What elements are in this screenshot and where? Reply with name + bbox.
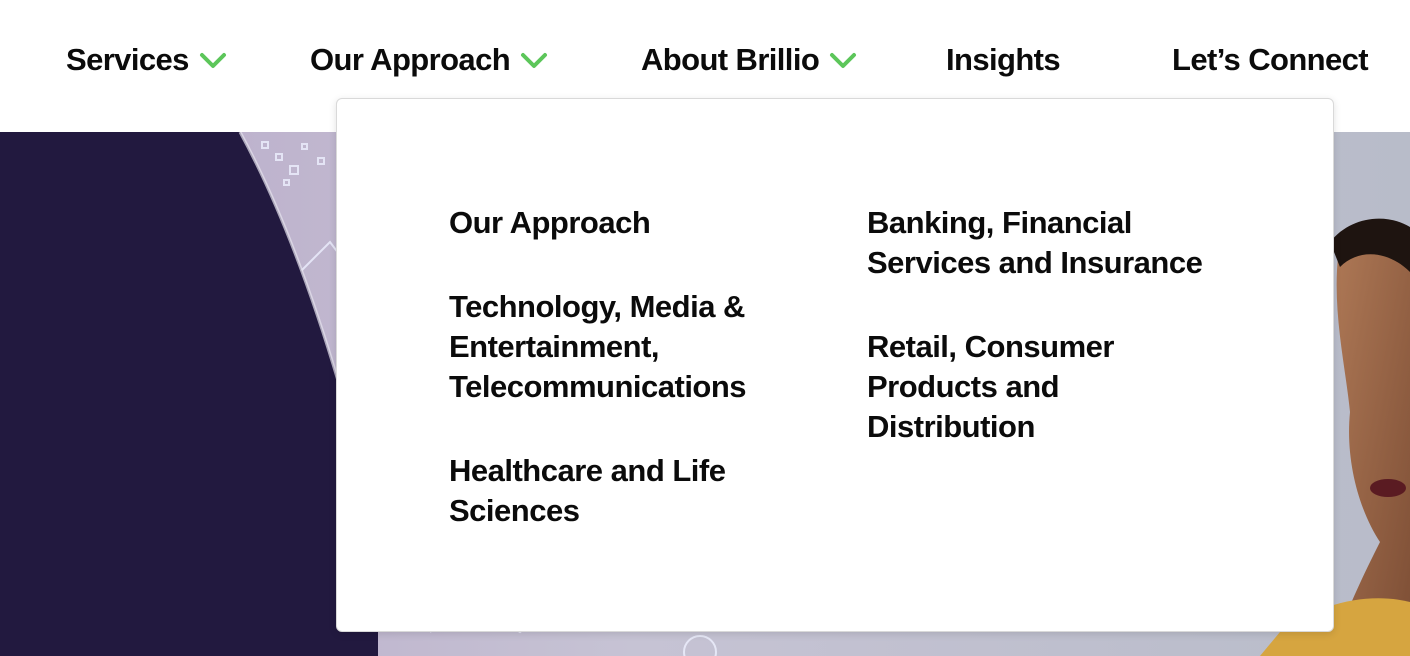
our-approach-dropdown: Our Approach Technology, Media & Enterta… bbox=[336, 98, 1334, 632]
nav-insights-label: Insights bbox=[946, 42, 1061, 77]
chevron-down-icon bbox=[521, 53, 548, 68]
dropdown-link-retail[interactable]: Retail, Consumer Products and Distributi… bbox=[867, 327, 1127, 447]
nav-about-brillio[interactable]: About Brillio bbox=[641, 38, 857, 82]
dropdown-link-healthcare[interactable]: Healthcare and Life Sciences bbox=[449, 451, 759, 531]
dropdown-link-our-approach[interactable]: Our Approach bbox=[449, 203, 809, 243]
nav-services-label: Services bbox=[66, 42, 189, 77]
nav-services[interactable]: Services bbox=[66, 38, 227, 82]
dropdown-link-tmt[interactable]: Technology, Media & Entertainment, Telec… bbox=[449, 287, 759, 407]
nav-our-approach-label: Our Approach bbox=[310, 42, 511, 77]
dropdown-right-column: Banking, Financial Services and Insuranc… bbox=[867, 203, 1217, 491]
chevron-down-icon bbox=[830, 53, 857, 68]
nav-our-approach[interactable]: Our Approach bbox=[310, 38, 548, 82]
nav-about-brillio-label: About Brillio bbox=[641, 42, 820, 77]
dropdown-left-column: Our Approach Technology, Media & Enterta… bbox=[449, 203, 809, 575]
nav-lets-connect-label: Let’s Connect bbox=[1172, 42, 1369, 77]
nav-insights[interactable]: Insights bbox=[946, 38, 1061, 82]
nav-lets-connect[interactable]: Let’s Connect bbox=[1172, 38, 1369, 82]
dropdown-link-bfsi[interactable]: Banking, Financial Services and Insuranc… bbox=[867, 203, 1217, 283]
chevron-down-icon bbox=[199, 53, 226, 68]
